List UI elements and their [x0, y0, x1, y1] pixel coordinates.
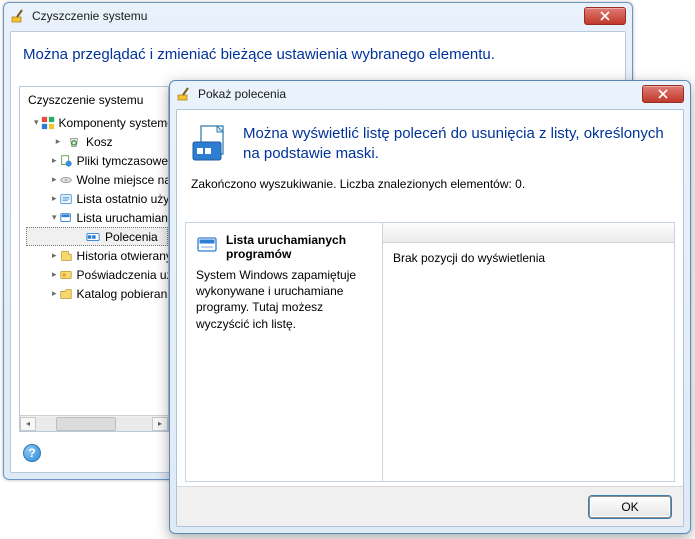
- run-list-icon: [59, 210, 73, 226]
- close-button[interactable]: [584, 7, 626, 25]
- chevron-down-icon[interactable]: ▾: [52, 212, 57, 224]
- tree-panel: Czyszczenie systemu ▾ Komponenty systemo…: [19, 86, 169, 432]
- chevron-right-icon[interactable]: ▸: [52, 136, 64, 148]
- ok-button[interactable]: OK: [589, 496, 671, 518]
- tree-node-wolne[interactable]: ▸ Wolne miejsce na dysku: [26, 170, 168, 189]
- run-dialog-icon: [191, 124, 231, 164]
- history-icon: [59, 248, 73, 264]
- close-button[interactable]: [642, 85, 684, 103]
- left-pane-description: System Windows zapamiętuje wykonywane i …: [196, 267, 372, 332]
- tree-node-kosz[interactable]: ▸ Kosz: [26, 132, 168, 151]
- left-pane-title: Lista uruchamianych programów: [226, 233, 372, 261]
- tree-node-historia[interactable]: ▸ Historia otwieranych: [26, 246, 168, 265]
- search-result-text: Zakończono wyszukiwanie. Liczba znalezio…: [177, 173, 683, 197]
- recycle-bin-icon: [66, 134, 82, 150]
- tree-node-katalog[interactable]: ▸ Katalog pobierania: [26, 284, 168, 303]
- front-titlebar[interactable]: Pokaż polecenia: [170, 81, 690, 107]
- tree-node-label: Pliki tymczasowe: [77, 154, 168, 168]
- chevron-right-icon[interactable]: ▸: [52, 174, 57, 186]
- back-heading: Można przeglądać i zmieniać bieżące usta…: [11, 32, 625, 73]
- front-window-title: Pokaż polecenia: [198, 87, 642, 101]
- commands-icon: [85, 229, 101, 245]
- results-empty-text: Brak pozycji do wyświetlenia: [383, 243, 674, 273]
- credentials-icon: [59, 267, 73, 283]
- button-bar: OK: [177, 486, 683, 526]
- recent-list-icon: [59, 191, 73, 207]
- chevron-right-icon[interactable]: ▸: [52, 155, 57, 167]
- tree: ▾ Komponenty systemowe ▸ Kosz ▸: [20, 111, 168, 303]
- tree-node-label: Komponenty systemowe: [59, 116, 169, 130]
- tree-node-label: Kosz: [86, 135, 113, 149]
- tree-node-label: Poświadczenia użytkownika: [77, 268, 169, 282]
- broom-icon: [10, 8, 26, 24]
- tree-node-polecenia[interactable]: ▸ Polecenia: [26, 227, 168, 246]
- run-window-icon: [196, 234, 218, 256]
- disk-icon: [59, 172, 73, 188]
- scroll-track[interactable]: [36, 417, 152, 431]
- tree-node-pliki[interactable]: ▸ Pliki tymczasowe: [26, 151, 168, 170]
- description-pane: Lista uruchamianych programów System Win…: [185, 222, 383, 482]
- tree-node-posw[interactable]: ▸ Poświadczenia użytkownika: [26, 265, 168, 284]
- tree-node-lista-uru[interactable]: ▾ Lista uruchamianych: [26, 208, 168, 227]
- chevron-down-icon[interactable]: ▾: [34, 117, 39, 129]
- horizontal-scrollbar[interactable]: ◂ ▸: [20, 415, 168, 431]
- chevron-right-icon[interactable]: ▸: [52, 269, 57, 281]
- download-folder-icon: [59, 286, 73, 302]
- tree-node-label: Wolne miejsce na dysku: [77, 173, 169, 187]
- front-heading: Można wyświetlić listę poleceń do usunię…: [243, 124, 669, 165]
- broom-icon: [176, 86, 192, 102]
- tree-node-lista-ost[interactable]: ▸ Lista ostatnio używanych: [26, 189, 168, 208]
- scroll-left-button[interactable]: ◂: [20, 417, 36, 431]
- tree-node-root[interactable]: ▾ Komponenty systemowe: [26, 113, 168, 132]
- tree-node-label: Historia otwieranych: [77, 249, 169, 263]
- windows-icon: [41, 115, 55, 131]
- show-commands-window: Pokaż polecenia Można wyświetlić listę p…: [169, 80, 691, 534]
- split-panel: Lista uruchamianych programów System Win…: [185, 222, 675, 482]
- scroll-right-button[interactable]: ▸: [152, 417, 168, 431]
- back-window-title: Czyszczenie systemu: [32, 9, 584, 23]
- results-column-header[interactable]: [383, 223, 674, 243]
- chevron-right-icon[interactable]: ▸: [52, 288, 57, 300]
- scroll-thumb[interactable]: [56, 417, 116, 431]
- chevron-right-icon[interactable]: ▸: [52, 250, 57, 262]
- back-titlebar[interactable]: Czyszczenie systemu: [4, 3, 632, 29]
- tree-node-label: Katalog pobierania: [77, 287, 169, 301]
- front-body: Można wyświetlić listę poleceń do usunię…: [176, 109, 684, 527]
- results-pane: Brak pozycji do wyświetlenia: [383, 222, 675, 482]
- temp-files-icon: [59, 153, 73, 169]
- ok-button-label: OK: [621, 500, 638, 514]
- tree-node-label: Lista uruchamianych: [77, 211, 169, 225]
- tree-node-label: Polecenia: [105, 230, 158, 244]
- tree-node-label: Lista ostatnio używanych: [77, 192, 169, 206]
- chevron-right-icon[interactable]: ▸: [52, 193, 57, 205]
- help-icon[interactable]: ?: [23, 444, 41, 462]
- tree-title: Czyszczenie systemu: [20, 87, 168, 111]
